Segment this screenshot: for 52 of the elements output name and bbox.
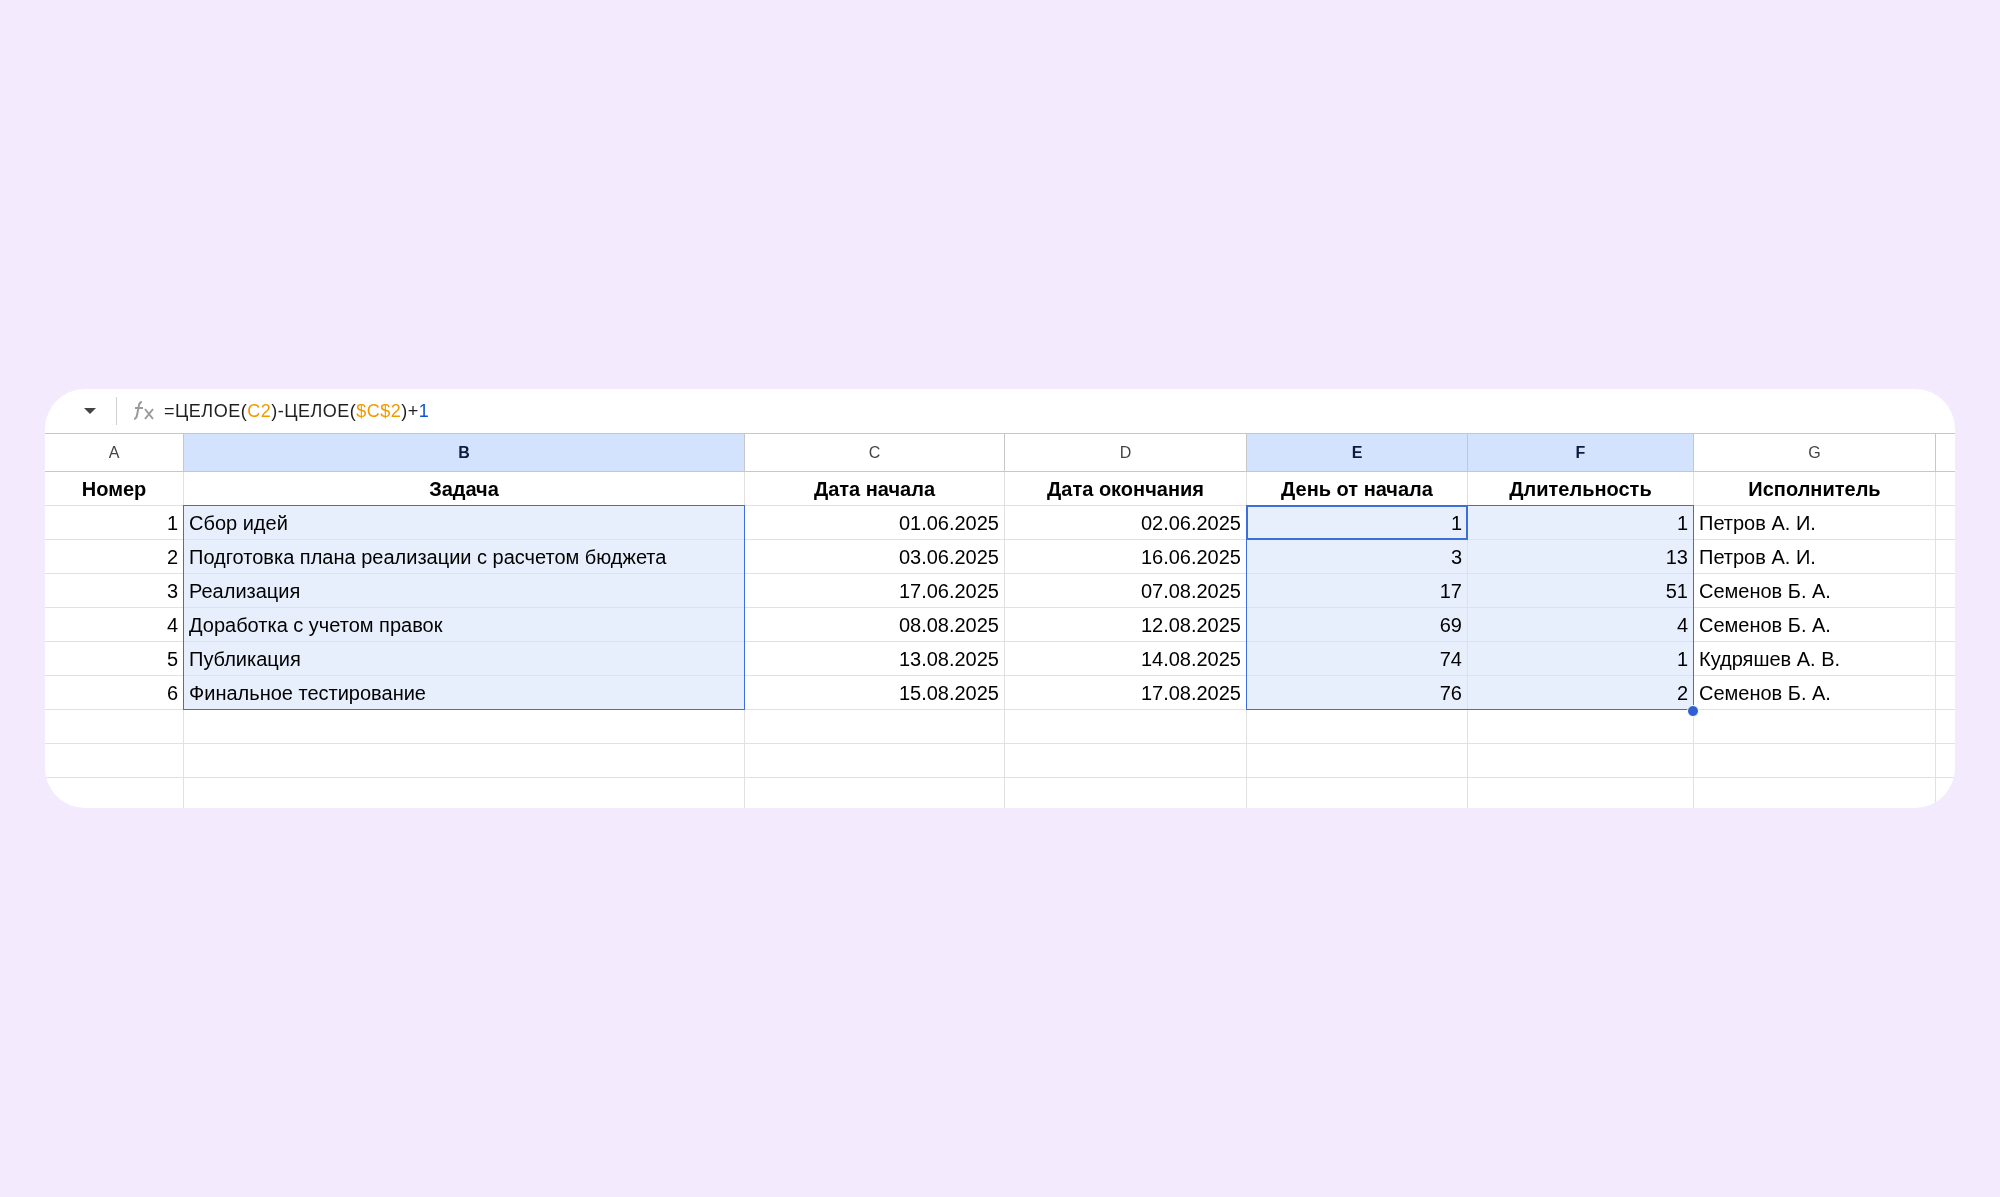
table-cell[interactable]: Семенов Б. А. [1694,608,1936,642]
table-cell[interactable]: 1 [1468,642,1694,676]
column-header[interactable]: C [745,434,1005,472]
table-cell[interactable]: 3 [1247,540,1468,574]
table-cell[interactable]: 2 [1468,676,1694,710]
table-header-cell: День от начала [1247,472,1468,506]
empty-cell[interactable] [45,744,184,778]
column-header[interactable]: A [45,434,184,472]
table-cell[interactable]: 74 [1247,642,1468,676]
table-cell[interactable]: Реализация [184,574,745,608]
table-cell[interactable]: 13 [1468,540,1694,574]
table-cell[interactable]: 69 [1247,608,1468,642]
empty-cell[interactable] [1694,710,1936,744]
table-cell[interactable]: Петров А. И. [1694,506,1936,540]
empty-cell[interactable] [1694,744,1936,778]
empty-cell[interactable] [1005,744,1247,778]
column-header[interactable]: G [1694,434,1936,472]
table-cell[interactable]: 51 [1468,574,1694,608]
empty-cell[interactable] [745,744,1005,778]
function-icon [132,400,156,422]
empty-cell[interactable] [184,710,745,744]
table-cell[interactable]: 03.06.2025 [745,540,1005,574]
table-cell[interactable]: 01.06.2025 [745,506,1005,540]
table-cell[interactable]: Финальное тестирование [184,676,745,710]
table-cell[interactable]: Кудряшев А. В. [1694,642,1936,676]
table-cell[interactable]: Доработка с учетом правок [184,608,745,642]
table-cell[interactable]: Петров А. И. [1694,540,1936,574]
empty-cell[interactable] [1247,710,1468,744]
table-cell[interactable]: Сбор идей [184,506,745,540]
empty-cell[interactable] [1468,744,1694,778]
table-cell[interactable]: 17 [1247,574,1468,608]
table-cell[interactable]: 1 [1247,506,1468,540]
table-cell[interactable]: 13.08.2025 [745,642,1005,676]
formula-input[interactable]: =ЦЕЛОЕ(C2)-ЦЕЛОЕ($C$2)+1 [164,397,430,425]
empty-cell[interactable] [184,744,745,778]
empty-cell[interactable] [1005,710,1247,744]
empty-cell[interactable] [745,710,1005,744]
table-cell[interactable]: Публикация [184,642,745,676]
column-header[interactable]: F [1468,434,1694,472]
empty-cell[interactable] [1247,744,1468,778]
table-cell[interactable]: 4 [1468,608,1694,642]
table-cell[interactable]: 15.08.2025 [745,676,1005,710]
table-cell[interactable]: 1 [1468,506,1694,540]
table-cell[interactable]: 08.08.2025 [745,608,1005,642]
column-header[interactable]: D [1005,434,1247,472]
table-cell[interactable]: Подготовка плана реализации с расчетом бюджета [184,540,745,574]
column-header[interactable]: B [184,434,745,472]
table-cell[interactable]: 76 [1247,676,1468,710]
table-cell[interactable]: 17.06.2025 [745,574,1005,608]
column-header[interactable]: E [1247,434,1468,472]
table-cell[interactable]: Семенов Б. А. [1694,574,1936,608]
empty-cell[interactable] [45,710,184,744]
